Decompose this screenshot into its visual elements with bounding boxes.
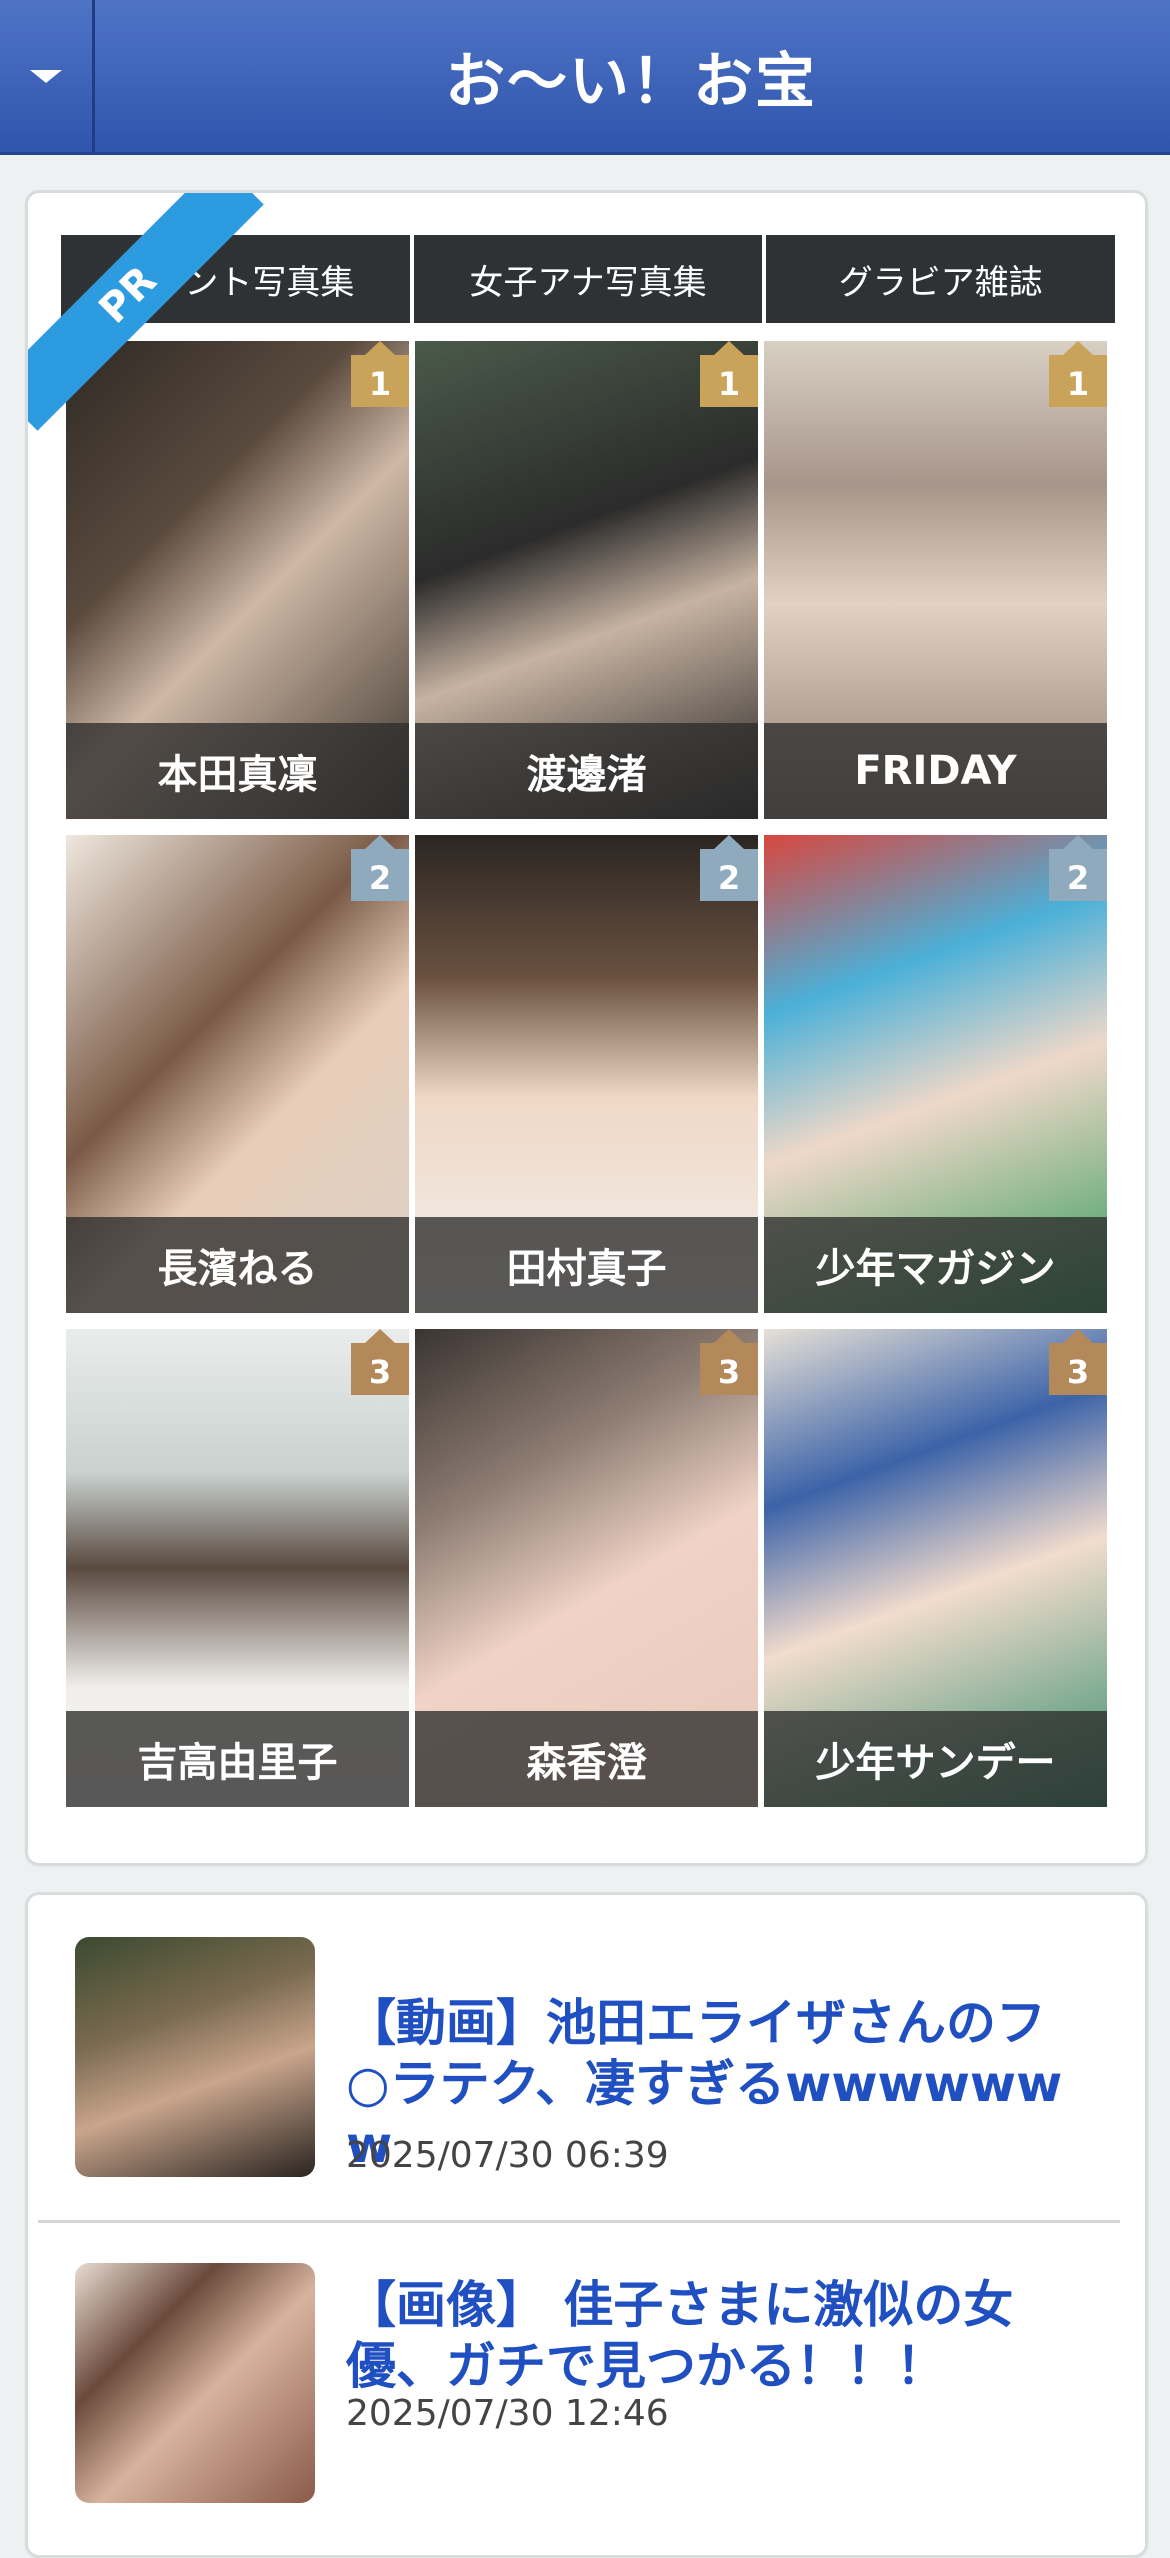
ranking-grid: 1 本田真凜 1 渡邊渚 1 FRIDAY 2 長濱ねる 2 田村真子 2 少年… bbox=[66, 341, 1107, 1807]
article-thumbnail bbox=[75, 2263, 315, 2503]
rank-number: 1 bbox=[717, 365, 741, 403]
rank-crown-icon: 3 bbox=[1049, 1329, 1107, 1395]
rank-crown-icon: 3 bbox=[351, 1329, 409, 1395]
rank-number: 1 bbox=[368, 365, 392, 403]
ranking-tile[interactable]: 1 本田真凜 bbox=[66, 341, 409, 819]
rank-crown-icon: 2 bbox=[351, 835, 409, 901]
rank-crown-icon: 1 bbox=[700, 341, 758, 407]
app-header: お〜い！お宝 bbox=[0, 0, 1170, 155]
tile-caption: 田村真子 bbox=[415, 1217, 758, 1313]
article-date: 2025/07/30 12:46 bbox=[346, 2393, 669, 2434]
rank-number: 3 bbox=[717, 1353, 741, 1391]
list-divider bbox=[38, 2220, 1120, 2223]
tile-caption: 少年マガジン bbox=[764, 1217, 1107, 1313]
ranking-tile[interactable]: 1 FRIDAY bbox=[764, 341, 1107, 819]
ranking-tile[interactable]: 3 吉高由里子 bbox=[66, 1329, 409, 1807]
pr-ranking-card: PR タレント写真集 女子アナ写真集 グラビア雑誌 1 本田真凜 1 渡邊渚 1… bbox=[25, 190, 1148, 1866]
ranking-tile[interactable]: 1 渡邊渚 bbox=[415, 341, 758, 819]
caret-down-icon bbox=[30, 69, 62, 83]
rank-number: 1 bbox=[1066, 365, 1090, 403]
ranking-tile[interactable]: 2 田村真子 bbox=[415, 835, 758, 1313]
article-title-line: 【画像】 佳子さまに激似の女 bbox=[346, 2276, 1014, 2334]
rank-crown-icon: 2 bbox=[1049, 835, 1107, 901]
rank-crown-icon: 2 bbox=[700, 835, 758, 901]
article-title-line: 【動画】池田エライザさんのフ bbox=[346, 1994, 1046, 2052]
rank-crown-icon: 3 bbox=[700, 1329, 758, 1395]
list-item[interactable]: 【動画】池田エライザさんのフ ○ラテク、凄すぎるwwwwww w 2025/07… bbox=[28, 1895, 1145, 2215]
article-title-line: ○ラテク、凄すぎるwwwwww bbox=[346, 2055, 1063, 2113]
article-thumbnail bbox=[75, 1937, 315, 2177]
tile-caption: 吉高由里子 bbox=[66, 1711, 409, 1807]
ranking-tile[interactable]: 3 少年サンデー bbox=[764, 1329, 1107, 1807]
tile-caption: 森香澄 bbox=[415, 1711, 758, 1807]
tile-caption: 長濱ねる bbox=[66, 1217, 409, 1313]
rank-number: 2 bbox=[1066, 859, 1090, 897]
tile-caption: FRIDAY bbox=[764, 723, 1107, 819]
ranking-tile[interactable]: 3 森香澄 bbox=[415, 1329, 758, 1807]
article-title-line: 優、ガチで見つかる！！！ bbox=[346, 2337, 946, 2395]
news-list-card: 【動画】池田エライザさんのフ ○ラテク、凄すぎるwwwwww w 2025/07… bbox=[25, 1892, 1148, 2558]
ranking-tile[interactable]: 2 長濱ねる bbox=[66, 835, 409, 1313]
tab-announcer-photobook[interactable]: 女子アナ写真集 bbox=[413, 235, 763, 323]
rank-crown-icon: 1 bbox=[351, 341, 409, 407]
rank-number: 3 bbox=[1066, 1353, 1090, 1391]
ranking-tile[interactable]: 2 少年マガジン bbox=[764, 835, 1107, 1313]
list-item[interactable]: 【画像】 佳子さまに激似の女 優、ガチで見つかる！！！ 2025/07/30 1… bbox=[28, 2225, 1145, 2555]
rank-crown-icon: 1 bbox=[1049, 341, 1107, 407]
article-title[interactable]: 【画像】 佳子さまに激似の女 優、ガチで見つかる！！！ bbox=[346, 2275, 1136, 2397]
menu-dropdown-button[interactable] bbox=[0, 0, 95, 152]
tab-gravure-magazine[interactable]: グラビア雑誌 bbox=[766, 235, 1116, 323]
tile-caption: 渡邊渚 bbox=[415, 723, 758, 819]
site-title[interactable]: お〜い！お宝 bbox=[92, 0, 1170, 152]
tile-caption: 本田真凜 bbox=[66, 723, 409, 819]
tile-caption: 少年サンデー bbox=[764, 1711, 1107, 1807]
rank-number: 3 bbox=[368, 1353, 392, 1391]
rank-number: 2 bbox=[368, 859, 392, 897]
rank-number: 2 bbox=[717, 859, 741, 897]
article-date: 2025/07/30 06:39 bbox=[346, 2135, 669, 2176]
